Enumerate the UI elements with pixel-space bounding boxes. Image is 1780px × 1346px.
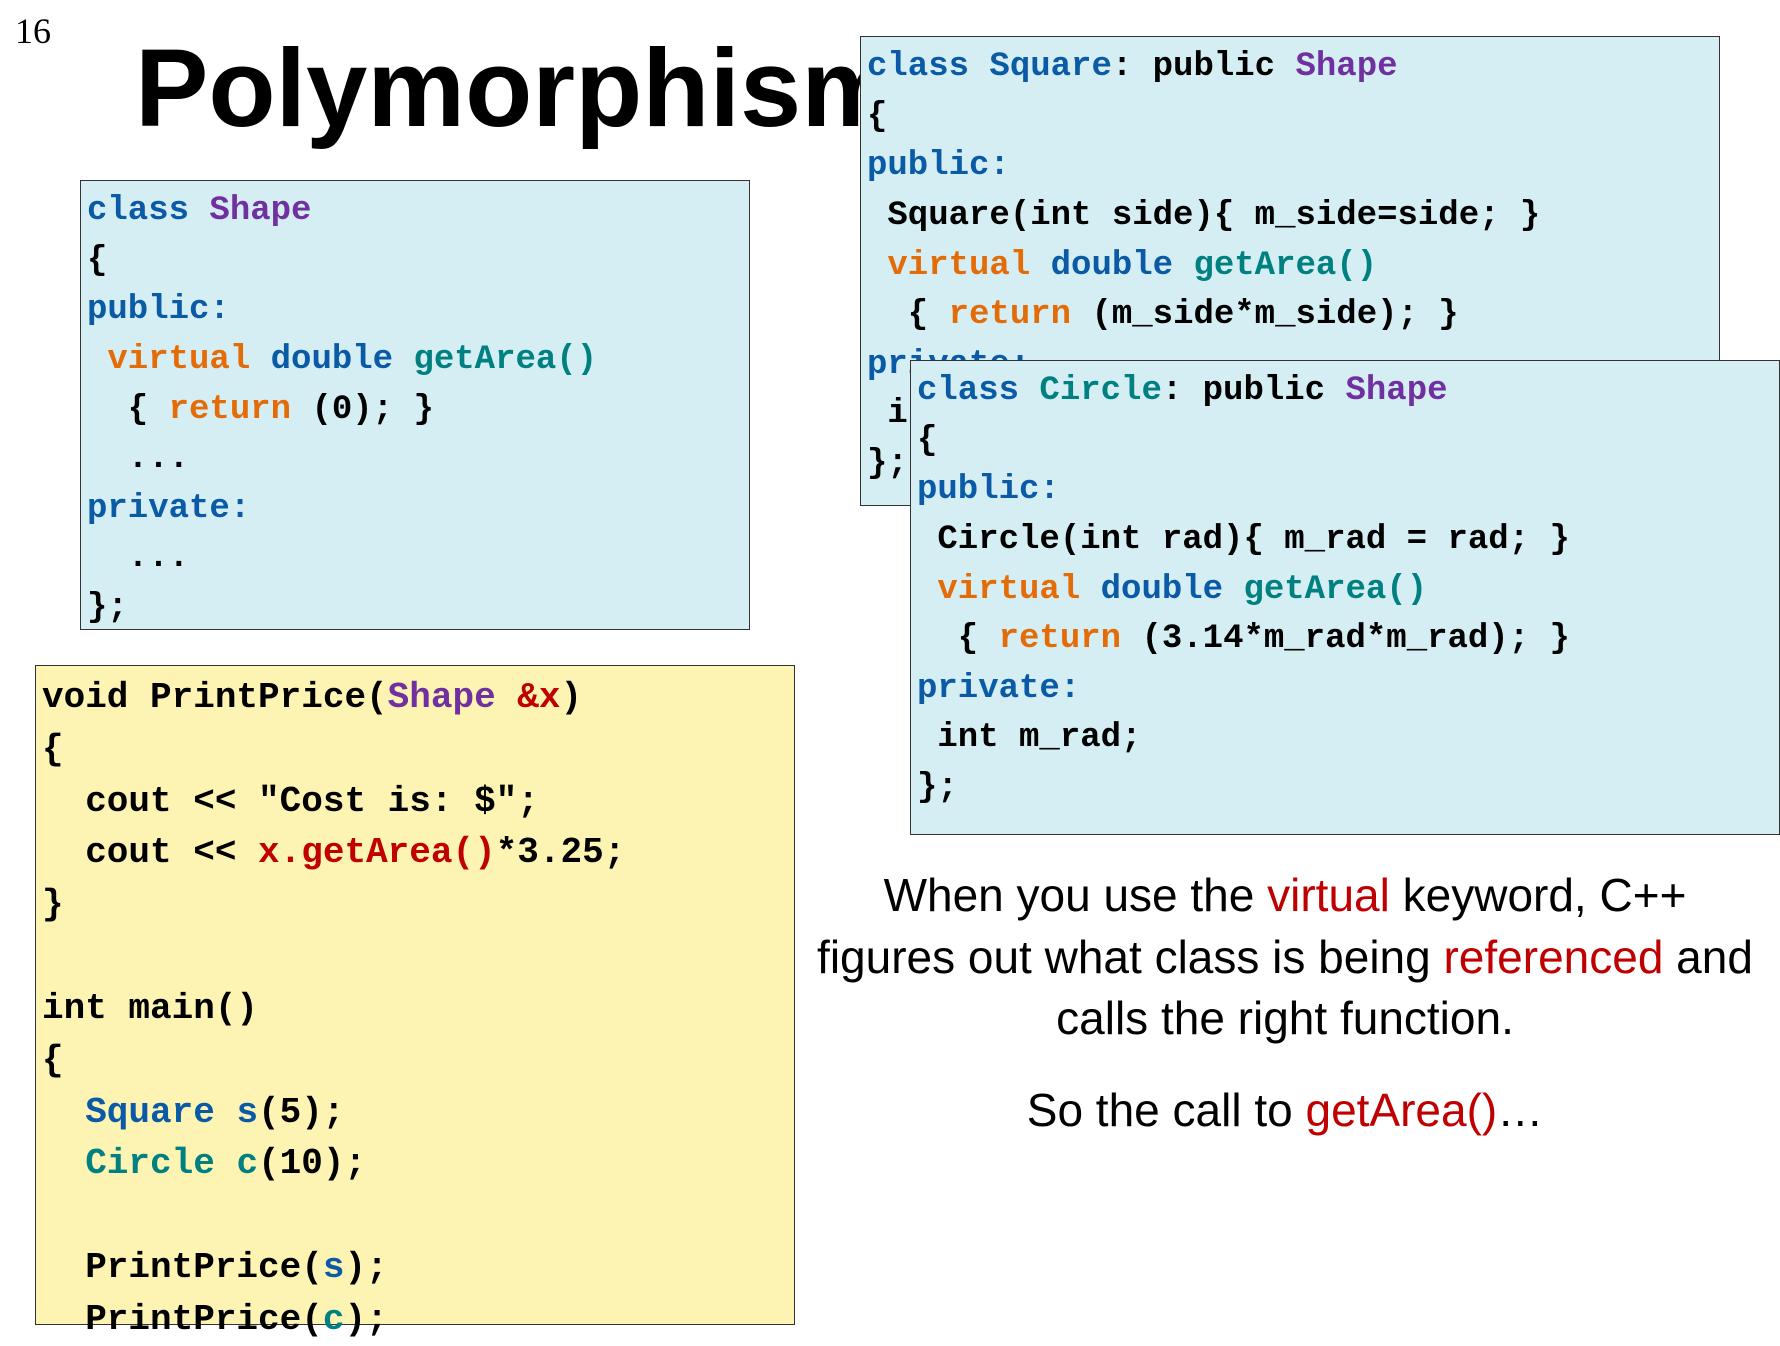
kw-double: double	[250, 341, 393, 379]
cls-shape: Shape	[1345, 372, 1447, 410]
member: int m_rad;	[917, 719, 1141, 757]
expr: (3.14*m_rad*m_rad); }	[1141, 620, 1569, 658]
kw-class: class	[917, 372, 1039, 410]
body-paragraph-1: When you use the virtual keyword, C++ fi…	[815, 865, 1755, 1050]
brace: };	[917, 769, 958, 807]
code-box-main: void PrintPrice(Shape &x) { cout << "Cos…	[35, 665, 795, 1325]
kw-private: private:	[917, 670, 1080, 708]
ctor: Circle(int rad){ m_rad = rad; }	[917, 521, 1570, 559]
brace: {	[867, 296, 949, 334]
stmt: *3.25;	[496, 832, 626, 873]
param-x: &x	[517, 677, 560, 718]
brace: {	[917, 620, 999, 658]
txt: So the call to	[1027, 1084, 1306, 1136]
var-c: c	[236, 1143, 258, 1184]
code-box-circle: class Circle: public Shape { public: Cir…	[910, 360, 1780, 835]
stmt: cout << "Cost is: $";	[42, 781, 539, 822]
fn-sig: void PrintPrice(	[42, 677, 388, 718]
hl-getarea: getArea()	[1305, 1084, 1497, 1136]
expr: (0); }	[311, 391, 433, 429]
arg-s: s	[323, 1247, 345, 1288]
args: (10);	[258, 1143, 366, 1184]
paren: )	[561, 677, 583, 718]
type-square: Square	[42, 1092, 236, 1133]
fn-getarea: getArea()	[1223, 571, 1427, 609]
kw-class: class	[87, 192, 209, 230]
kw-return: return	[999, 620, 1142, 658]
fn-getarea: getArea()	[393, 341, 597, 379]
kw-private: private:	[87, 490, 250, 528]
type-shape: Shape	[388, 677, 518, 718]
kw-public: public:	[917, 471, 1060, 509]
var-s: s	[236, 1092, 258, 1133]
brace: {	[42, 1040, 64, 1081]
brace: {	[917, 422, 937, 460]
brace: {	[42, 729, 64, 770]
kw-virtual: virtual	[867, 247, 1030, 285]
brace: };	[87, 589, 128, 627]
brace: };	[867, 445, 908, 483]
brace: {	[87, 242, 107, 280]
ctor: Square(int side){ m_side=side; }	[867, 197, 1540, 235]
kw-virtual: virtual	[917, 571, 1080, 609]
fn-getarea: getArea()	[1173, 247, 1377, 285]
slide-title: Polymorphism	[135, 25, 899, 152]
kw-return: return	[949, 296, 1092, 334]
kw-double: double	[1030, 247, 1173, 285]
hl-virtual: virtual	[1267, 869, 1390, 921]
kw-virtual: virtual	[87, 341, 250, 379]
call-getarea: x.getArea()	[258, 832, 496, 873]
page-number: 16	[15, 10, 51, 52]
ellipsis: ...	[87, 440, 189, 478]
call: PrintPrice(	[42, 1299, 323, 1340]
cls-circle: Circle	[1039, 372, 1161, 410]
kw-return: return	[169, 391, 312, 429]
kw-class: class	[867, 48, 989, 86]
brace: {	[867, 98, 887, 136]
inherit: : public	[1112, 48, 1296, 86]
fn-main: int main()	[42, 988, 258, 1029]
call: );	[344, 1299, 387, 1340]
txt: When you use the	[884, 869, 1268, 921]
ellipsis: ...	[87, 539, 189, 577]
args: (5);	[258, 1092, 344, 1133]
code-box-shape: class Shape { public: virtual double get…	[80, 180, 750, 630]
arg-c: c	[323, 1299, 345, 1340]
brace: }	[42, 884, 64, 925]
cls-shape: Shape	[209, 192, 311, 230]
kw-public: public:	[87, 291, 230, 329]
call: PrintPrice(	[42, 1247, 323, 1288]
stmt: cout <<	[42, 832, 258, 873]
inherit: : public	[1162, 372, 1346, 410]
type-circle: Circle	[42, 1143, 236, 1184]
body-paragraph-2: So the call to getArea()…	[815, 1080, 1755, 1142]
brace: {	[87, 391, 169, 429]
call: );	[344, 1247, 387, 1288]
expr: (m_side*m_side); }	[1091, 296, 1458, 334]
cls-shape: Shape	[1295, 48, 1397, 86]
kw-public: public:	[867, 147, 1010, 185]
cls-square: Square	[989, 48, 1111, 86]
txt: …	[1497, 1084, 1543, 1136]
kw-double: double	[1080, 571, 1223, 609]
hl-referenced: referenced	[1443, 931, 1663, 983]
